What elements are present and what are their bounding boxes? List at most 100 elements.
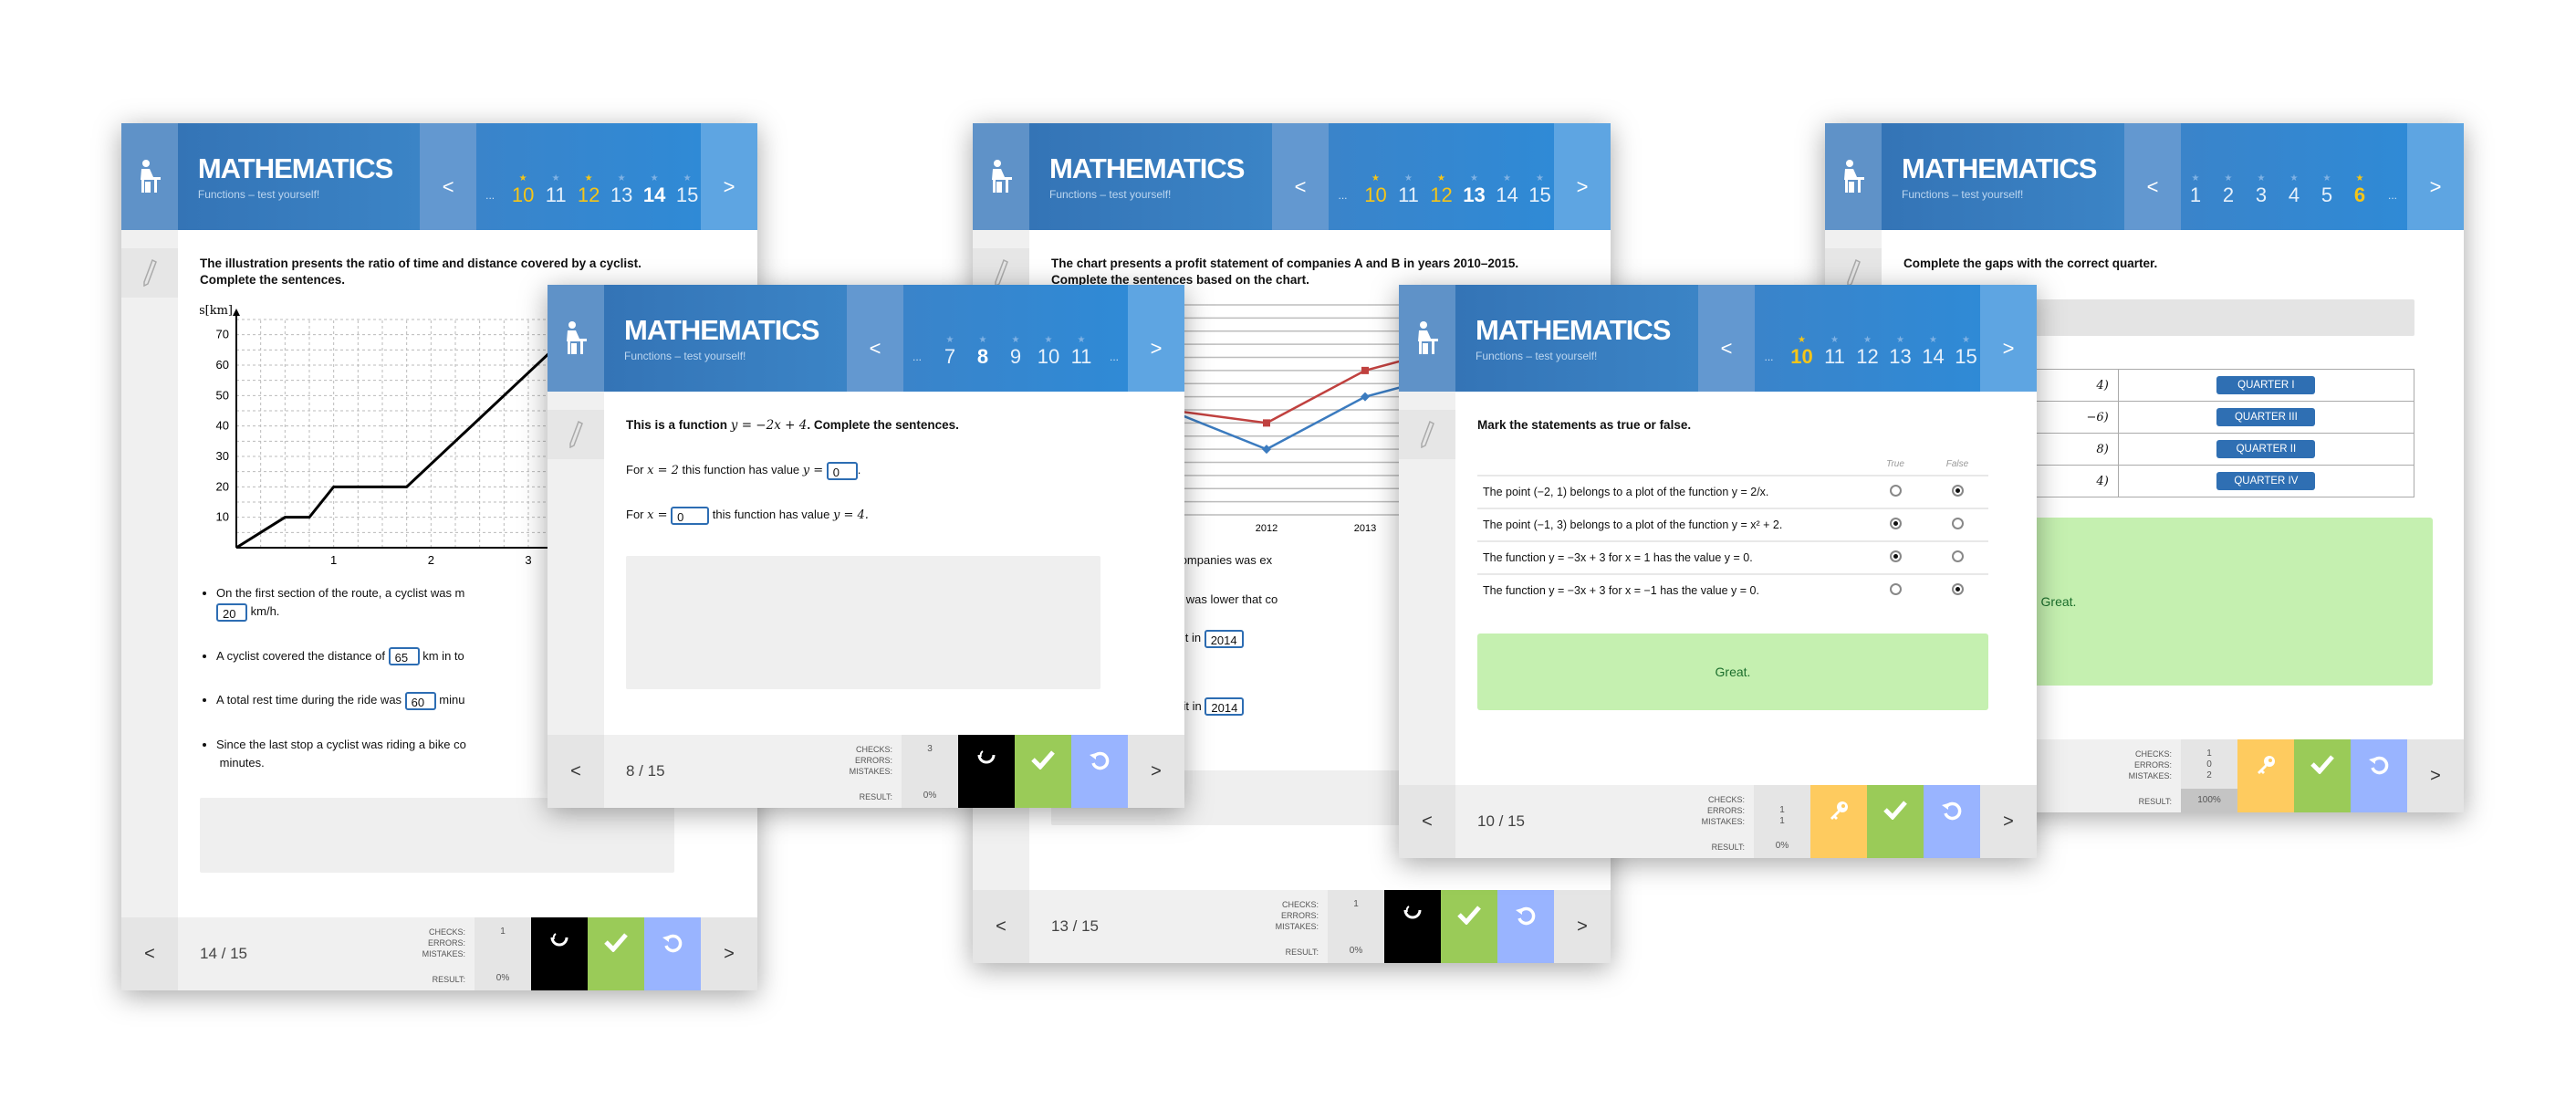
footer: < 10 / 15 CHECKS: ERRORS: MISTAKES: RESULT:…	[1399, 785, 2037, 858]
page-number-13[interactable]: ★ 13	[1461, 173, 1488, 206]
check-button[interactable]	[1441, 890, 1497, 963]
prev-question-button[interactable]: <	[548, 735, 604, 808]
check-button[interactable]	[1015, 735, 1071, 808]
quarter-answer-chip[interactable]: QUARTER III	[2216, 408, 2316, 426]
page-number-15[interactable]: ★ 15	[1527, 173, 1554, 206]
prev-question-button[interactable]: <	[121, 917, 178, 990]
page-number-8[interactable]: ★ 8	[969, 335, 996, 368]
next-question-button[interactable]: >	[1980, 785, 2037, 858]
footer: < 14 / 15 CHECKS: ERRORS: MISTAKES: RESULT:…	[121, 917, 757, 990]
check-button[interactable]	[2294, 739, 2351, 812]
radio-false[interactable]	[1951, 518, 1964, 529]
page-number-11[interactable]: ★ 11	[1395, 173, 1423, 206]
next-question-button[interactable]: >	[2407, 739, 2464, 812]
quarter-answer-chip[interactable]: QUARTER IV	[2216, 472, 2316, 490]
page-number-3[interactable]: ★ 3	[2247, 173, 2275, 206]
feedback-area	[626, 556, 1100, 689]
prev-question-button[interactable]: <	[973, 890, 1029, 963]
pages-prev-button[interactable]: <	[420, 123, 477, 230]
pages-prev-button[interactable]: <	[1698, 285, 1755, 392]
radio-false[interactable]	[1951, 485, 1964, 497]
app-title: MATHEMATICS	[1049, 152, 1245, 184]
radio-true[interactable]	[1889, 583, 1902, 595]
pages-next-button[interactable]: >	[1128, 285, 1184, 392]
answer-input[interactable]: 0	[826, 461, 858, 480]
page-number-13[interactable]: ★ 13	[608, 173, 635, 206]
page-number-12[interactable]: ★ 12	[1428, 173, 1455, 206]
page-number-10[interactable]: ★ 10	[1035, 335, 1062, 368]
radio-false[interactable]	[1951, 583, 1964, 595]
page-number-10[interactable]: ★ 10	[509, 173, 537, 206]
pencil-icon[interactable]	[1399, 410, 1455, 459]
pages-next-button[interactable]: >	[1554, 123, 1611, 230]
page-number-4[interactable]: ★ 4	[2280, 173, 2308, 206]
header: MATHEMATICS Functions – test yourself! < …	[973, 123, 1611, 230]
prev-question-button[interactable]: <	[1399, 785, 1455, 858]
pencil-icon[interactable]	[548, 410, 604, 459]
page-number-11[interactable]: ★ 11	[542, 173, 569, 206]
key-button[interactable]	[2237, 739, 2294, 812]
show-answer-button[interactable]	[1384, 890, 1441, 963]
page-number-5[interactable]: ★ 5	[2313, 173, 2341, 206]
quarter-answer-chip[interactable]: QUARTER II	[2216, 440, 2316, 458]
answer-input[interactable]: 2014	[1205, 697, 1245, 717]
page-number-6[interactable]: ★ 6	[2346, 173, 2373, 206]
page-number-10[interactable]: ★ 10	[1362, 173, 1390, 206]
next-question-button[interactable]: >	[1554, 890, 1611, 963]
page-number-11[interactable]: ★ 11	[1821, 335, 1849, 368]
check-button[interactable]	[1867, 785, 1924, 858]
page-number-7[interactable]: ★ 7	[936, 335, 964, 368]
check-button[interactable]	[588, 917, 644, 990]
page-number-12[interactable]: ★ 12	[1854, 335, 1882, 368]
pages-prev-button[interactable]: <	[847, 285, 903, 392]
app-title: MATHEMATICS	[197, 152, 393, 184]
quarter-answer-chip[interactable]: QUARTER I	[2216, 376, 2316, 394]
app-subtitle: Functions – test yourself!	[1049, 187, 1172, 201]
pages-next-button[interactable]: >	[701, 123, 757, 230]
radio-true[interactable]	[1889, 550, 1902, 562]
answer-input[interactable]: 20	[216, 602, 247, 622]
app-title: MATHEMATICS	[1902, 152, 2097, 184]
next-question-button[interactable]: >	[1128, 735, 1184, 808]
result-value: 0%	[495, 973, 510, 983]
retry-button[interactable]	[644, 917, 701, 990]
radio-false[interactable]	[1951, 550, 1964, 562]
show-answer-button[interactable]	[958, 735, 1015, 808]
retry-button[interactable]	[1497, 890, 1554, 963]
page-ellipsis: ...	[903, 335, 931, 368]
page-number-12[interactable]: ★ 12	[575, 173, 602, 206]
radio-cell	[1926, 508, 1988, 541]
page-number-1[interactable]: ★ 1	[2182, 173, 2209, 206]
page-number-13[interactable]: ★ 13	[1887, 335, 1914, 368]
answer-input[interactable]: 0	[671, 506, 710, 525]
radio-true[interactable]	[1889, 518, 1902, 529]
retry-button[interactable]	[2351, 739, 2407, 812]
pencil-icon[interactable]	[121, 248, 178, 298]
pages-prev-button[interactable]: <	[1272, 123, 1329, 230]
answer-input[interactable]: 65	[388, 647, 420, 666]
show-answer-button[interactable]	[531, 917, 588, 990]
retry-button[interactable]	[1924, 785, 1980, 858]
key-button[interactable]	[1810, 785, 1867, 858]
retry-button[interactable]	[1071, 735, 1128, 808]
radio-true[interactable]	[1889, 485, 1902, 497]
question-content: Mark the statements as true or false. Tr…	[1455, 392, 2037, 785]
pages-next-button[interactable]: >	[2407, 123, 2464, 230]
page-number-10[interactable]: ★ 10	[1789, 335, 1816, 368]
pages-prev-button[interactable]: <	[2124, 123, 2181, 230]
page-number-14[interactable]: ★ 14	[1494, 173, 1521, 206]
page-selector: ... ★ 10 ★ 11 ★ 12 ★ 13 ★ 14 ★ 15	[476, 123, 702, 230]
next-question-button[interactable]: >	[701, 917, 757, 990]
y-tick-label: 50	[216, 388, 229, 402]
page-number-14[interactable]: ★ 14	[1920, 335, 1947, 368]
pages-next-button[interactable]: >	[1980, 285, 2037, 392]
page-label: 12	[577, 183, 600, 206]
answer-input[interactable]: 2014	[1204, 629, 1244, 648]
page-number-15[interactable]: ★ 15	[1953, 335, 1980, 368]
page-number-15[interactable]: ★ 15	[673, 173, 701, 206]
page-number-14[interactable]: ★ 14	[641, 173, 668, 206]
page-number-2[interactable]: ★ 2	[2215, 173, 2242, 206]
answer-input[interactable]: 60	[404, 691, 436, 710]
page-number-9[interactable]: ★ 9	[1002, 335, 1029, 368]
page-number-11[interactable]: ★ 11	[1068, 335, 1095, 368]
